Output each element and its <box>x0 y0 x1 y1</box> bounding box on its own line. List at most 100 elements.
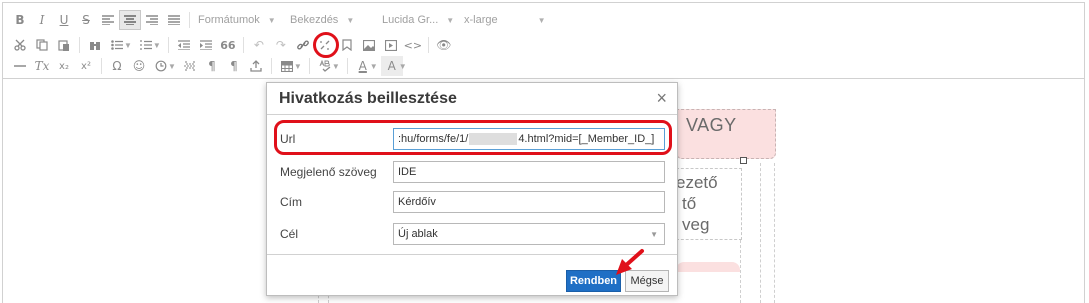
side-text-line: tő <box>682 194 697 213</box>
url-field-highlight-box <box>274 120 672 155</box>
font-family-dropdown[interactable]: Lucida Gr... ▼ <box>378 10 460 30</box>
target-select[interactable]: Új ablak ▼ <box>393 223 665 245</box>
align-right-button[interactable] <box>141 10 163 30</box>
close-icon[interactable]: × <box>656 89 667 107</box>
blockquote-button[interactable]: 66 <box>217 35 239 55</box>
chevron-down-icon[interactable]: ▼ <box>294 62 302 71</box>
special-char-button[interactable]: Ω <box>106 56 128 76</box>
toolbar-separator <box>189 12 190 28</box>
editor-toolbar: B I U S Formátumok ▼ Bekezdés ▼ Lucida Gr.… <box>3 3 1084 79</box>
side-text-line: ezető <box>676 173 718 192</box>
find-button[interactable] <box>84 35 106 55</box>
remove-format-button[interactable]: Tx <box>31 56 53 76</box>
toolbar-separator <box>167 37 169 53</box>
bulleted-list-icon <box>111 40 123 50</box>
insert-link-button[interactable] <box>292 35 314 55</box>
media-icon <box>384 39 397 51</box>
align-right-icon <box>146 15 158 25</box>
cut-button[interactable] <box>9 35 31 55</box>
toolbar-row-1: B I U S Formátumok ▼ Bekezdés ▼ Lucida Gr.… <box>9 9 550 31</box>
outdent-icon <box>177 40 190 50</box>
chevron-down-icon[interactable]: ▼ <box>153 41 161 50</box>
paste-button[interactable] <box>53 35 75 55</box>
insert-file-button[interactable] <box>245 56 267 76</box>
side-text-line: veg <box>682 215 710 234</box>
align-center-button[interactable] <box>119 10 141 30</box>
copy-icon <box>36 39 48 51</box>
paragraph-dropdown[interactable]: Bekezdés ▼ <box>286 10 378 30</box>
chevron-down-icon[interactable]: ▼ <box>332 62 340 71</box>
redo-button[interactable]: ↷ <box>270 35 292 55</box>
red-arrow-icon <box>616 249 644 275</box>
undo-button[interactable]: ↶ <box>248 35 270 55</box>
font-family-dropdown-label: Lucida Gr... <box>382 14 439 26</box>
binoculars-icon <box>90 42 100 50</box>
emoticons-button[interactable]: ☺ <box>128 56 150 76</box>
link-button-highlight-circle <box>313 32 339 58</box>
subscript-button[interactable]: x₂ <box>53 56 75 76</box>
numbered-list-icon <box>139 40 152 50</box>
outdent-button[interactable] <box>173 35 195 55</box>
toolbar-separator <box>79 37 80 53</box>
layout-guide-line <box>774 163 775 303</box>
indent-button[interactable] <box>195 35 217 55</box>
italic-button[interactable]: I <box>31 10 53 30</box>
chevron-down-icon: ▼ <box>446 15 455 25</box>
format-dropdown[interactable]: Formátumok ▼ <box>194 10 286 30</box>
layout-guide-line <box>760 163 761 303</box>
page-break-icon <box>183 61 196 71</box>
resize-handle[interactable] <box>740 157 747 164</box>
display-text-label: Megjelenő szöveg <box>280 165 377 179</box>
chevron-down-icon: ▼ <box>650 230 658 239</box>
clock-icon <box>155 60 167 72</box>
dialog-header: Hivatkozás beillesztése × <box>267 83 677 115</box>
indent-icon <box>199 40 212 50</box>
chevron-down-icon: ▼ <box>537 15 546 25</box>
show-blocks-button[interactable]: ¶ <box>201 56 223 76</box>
insert-media-button[interactable] <box>380 35 402 55</box>
image-icon <box>362 39 375 51</box>
bold-button[interactable]: B <box>9 10 31 30</box>
page-break-button[interactable] <box>179 56 201 76</box>
chevron-down-icon[interactable]: ▼ <box>168 62 176 71</box>
align-justify-button[interactable] <box>163 10 185 30</box>
underline-button[interactable]: U <box>53 10 75 30</box>
toolbar-separator <box>346 58 348 74</box>
link-icon <box>296 40 309 50</box>
font-size-dropdown[interactable]: x-large ▼ <box>460 10 550 30</box>
dialog-title: Hivatkozás beillesztése <box>279 90 457 107</box>
show-invisibles-button[interactable]: ¶ <box>223 56 245 76</box>
insert-image-button[interactable] <box>358 35 380 55</box>
align-center-icon <box>124 15 136 25</box>
title-label: Cím <box>280 195 302 209</box>
chevron-down-icon[interactable]: ▼ <box>370 62 378 71</box>
display-text-row: Megjelenő szöveg IDE <box>267 161 677 183</box>
strikethrough-button[interactable]: S <box>75 10 97 30</box>
preview-button[interactable]: 👁 <box>433 35 455 55</box>
copy-button[interactable] <box>31 35 53 55</box>
chevron-down-icon: ▼ <box>267 15 276 25</box>
align-justify-icon <box>168 15 180 25</box>
title-row: Cím Kérdőív <box>267 191 677 213</box>
spellcheck-icon <box>319 60 331 72</box>
toolbar-separator <box>242 37 244 53</box>
source-code-button[interactable]: <> <box>402 35 424 55</box>
table-icon <box>280 60 293 72</box>
pink-box-edge <box>676 262 740 272</box>
upload-icon <box>250 60 262 72</box>
title-input[interactable]: Kérdőív <box>393 191 665 213</box>
chevron-down-icon[interactable]: ▼ <box>124 41 132 50</box>
align-left-button[interactable] <box>97 10 119 30</box>
chevron-down-icon[interactable]: ▼ <box>399 62 407 71</box>
font-size-dropdown-label: x-large <box>464 14 498 26</box>
paragraph-dropdown-label: Bekezdés <box>290 14 339 26</box>
clipboard-icon <box>58 40 69 51</box>
scissors-icon <box>14 39 26 51</box>
display-text-input[interactable]: IDE <box>393 161 665 183</box>
horizontal-rule-button[interactable] <box>9 56 31 76</box>
anchor-button[interactable] <box>336 35 358 55</box>
toolbar-separator <box>427 37 429 53</box>
superscript-button[interactable]: x² <box>75 56 97 76</box>
target-select-value: Új ablak <box>398 228 438 240</box>
bookmark-icon <box>342 39 352 51</box>
